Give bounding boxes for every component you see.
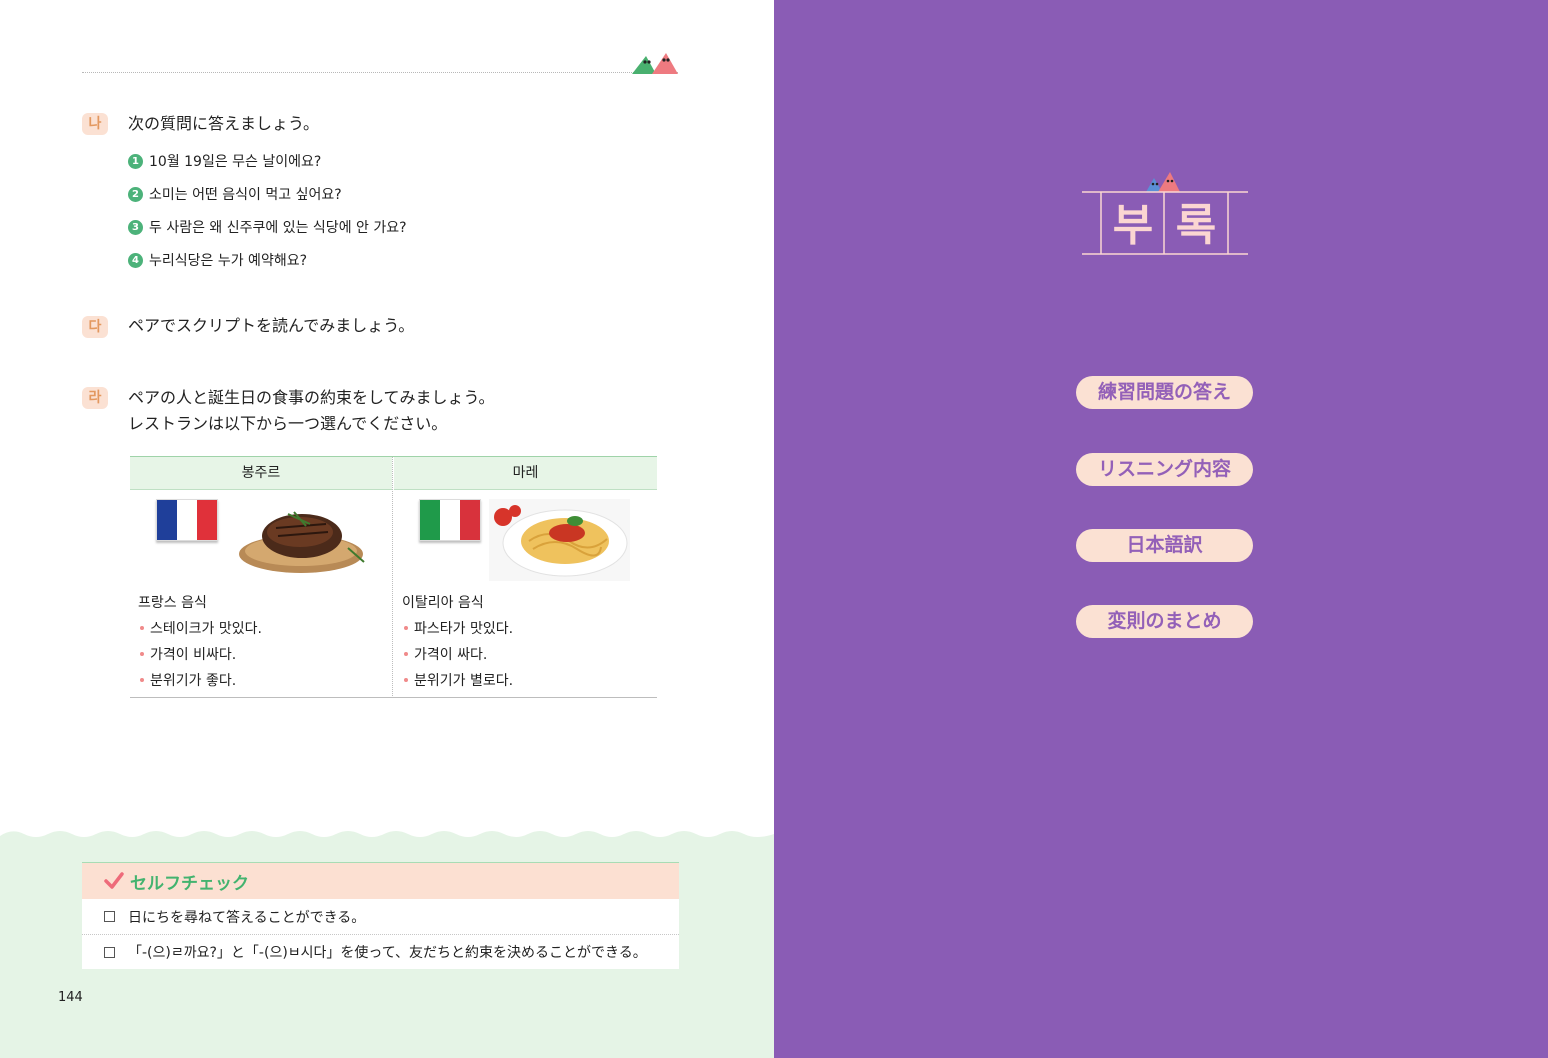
menu-item-listening-content[interactable]: リスニング内容	[1076, 453, 1253, 486]
section-title-pair-script: ペアでスクリプトを読んでみましょう。	[128, 316, 415, 335]
france-flag-icon	[156, 499, 218, 541]
feature-item: 파스타가 맛있다.	[404, 618, 513, 638]
left-page: 나 次の質問に答えましょう。 1 10월 19일은 무슨 날이에요? 2 소미는…	[0, 0, 774, 1058]
question-item: 1 10월 19일은 무슨 날이에요?	[128, 151, 321, 171]
self-check-box: セルフチェック 日にちを尋ねて答えることができる。 「-(으)ㄹ까요?」と「-(…	[82, 862, 679, 970]
question-number-icon: 2	[128, 186, 143, 202]
question-text: 누리식당은 누가 예약해요?	[149, 253, 308, 269]
logo-char-bu: 부	[1113, 200, 1153, 251]
feature-item: 분위기가 좋다.	[140, 670, 236, 690]
page-number: 144	[58, 990, 83, 1005]
feature-text: 가격이 싸다.	[414, 647, 488, 663]
bullet-dot-icon	[404, 678, 408, 682]
menu-item-exercise-answers[interactable]: 練習問題の答え	[1076, 376, 1253, 409]
cuisine-label: 프랑스 음식	[138, 595, 207, 611]
self-check-item: 日にちを尋ねて答えることができる。	[82, 899, 679, 934]
italy-flag-icon	[419, 499, 481, 541]
restaurant-name: 마레	[394, 457, 657, 490]
bullet-dot-icon	[140, 678, 144, 682]
question-item: 3 두 사람은 왜 신주쿠에 있는 식당에 안 가요?	[128, 217, 407, 237]
self-check-text: 「-(으)ㄹ까요?」と「-(으)ㅂ시다」を使って、友だちと約束を決めることができ…	[128, 945, 647, 961]
cuisine-label: 이탈리아 음식	[402, 595, 484, 611]
restaurant-column-mare: 마레 이탈리아 음식 파스타가 맛있다. 가격이 싸다. 분위기가 별로다.	[394, 457, 657, 698]
self-check-item: 「-(으)ㄹ까요?」と「-(으)ㅂ시다」を使って、友だちと約束を決めることができ…	[82, 934, 679, 969]
section-title-answer-questions: 次の質問に答えましょう。	[128, 114, 320, 133]
menu-item-irregular-summary[interactable]: 変則のまとめ	[1076, 605, 1253, 638]
feature-item: 가격이 싸다.	[404, 644, 487, 664]
bullet-dot-icon	[140, 652, 144, 656]
feature-text: 파스타가 맛있다.	[414, 621, 514, 637]
section-badge-ra: 라	[82, 387, 108, 409]
logo-char-rok: 록	[1176, 200, 1216, 251]
section-title-birthday-line1: ペアの人と誕生日の食事の約束をしてみましょう。	[128, 388, 495, 407]
top-dotted-rule	[82, 72, 678, 73]
section-title-birthday-line2: レストランは以下から一つ選んでください。	[128, 414, 448, 433]
self-check-title: セルフチェック	[130, 873, 249, 894]
question-item: 2 소미는 어떤 음식이 먹고 싶어요?	[128, 184, 342, 204]
mascot-characters-icon	[1146, 172, 1180, 192]
question-item: 4 누리식당은 누가 예약해요?	[128, 250, 307, 270]
self-check-text: 日にちを尋ねて答えることができる。	[128, 909, 366, 926]
question-number-icon: 1	[128, 153, 143, 169]
restaurant-column-bonjour: 봉주르 프랑스 음식 스테이크가 맛있다. 가격이 비싸다. 분위기가 좋다.	[130, 457, 393, 698]
feature-item: 스테이크가 맛있다.	[140, 618, 262, 638]
question-number-icon: 4	[128, 252, 143, 268]
feature-item: 분위기가 별로다.	[404, 670, 513, 690]
section-badge-na: 나	[82, 113, 108, 135]
question-text: 10월 19일은 무슨 날이에요?	[149, 154, 322, 170]
appendix-title-logo: 부 록	[1082, 172, 1248, 255]
feature-text: 스테이크가 맛있다.	[150, 621, 262, 637]
pasta-photo	[489, 499, 630, 581]
feature-text: 분위기가 별로다.	[414, 673, 514, 689]
bullet-dot-icon	[404, 626, 408, 630]
question-text: 소미는 어떤 음식이 먹고 싶어요?	[149, 187, 342, 203]
checkmark-icon	[104, 872, 124, 889]
section-badge-da: 다	[82, 316, 108, 338]
feature-text: 분위기가 좋다.	[150, 673, 237, 689]
restaurant-table: 봉주르 프랑스 음식 스테이크가 맛있다. 가격이 비싸다. 분위기가 좋다. …	[130, 456, 657, 698]
feature-item: 가격이 비싸다.	[140, 644, 236, 664]
mascot-characters-icon	[632, 53, 678, 74]
steak-photo	[239, 511, 365, 573]
self-check-header: セルフチェック	[82, 862, 679, 899]
menu-item-japanese-translation[interactable]: 日本語訳	[1076, 529, 1253, 562]
question-number-icon: 3	[128, 219, 143, 235]
question-text: 두 사람은 왜 신주쿠에 있는 식당에 안 가요?	[149, 220, 407, 236]
self-check-checkbox[interactable]	[104, 946, 115, 958]
bullet-dot-icon	[140, 626, 144, 630]
feature-text: 가격이 비싸다.	[150, 647, 237, 663]
self-check-checkbox[interactable]	[104, 911, 115, 922]
bullet-dot-icon	[404, 652, 408, 656]
right-page: 부 록 練習問題の答え リスニング内容 日本語訳 変則のまとめ	[774, 0, 1548, 1058]
restaurant-name: 봉주르	[130, 457, 392, 490]
